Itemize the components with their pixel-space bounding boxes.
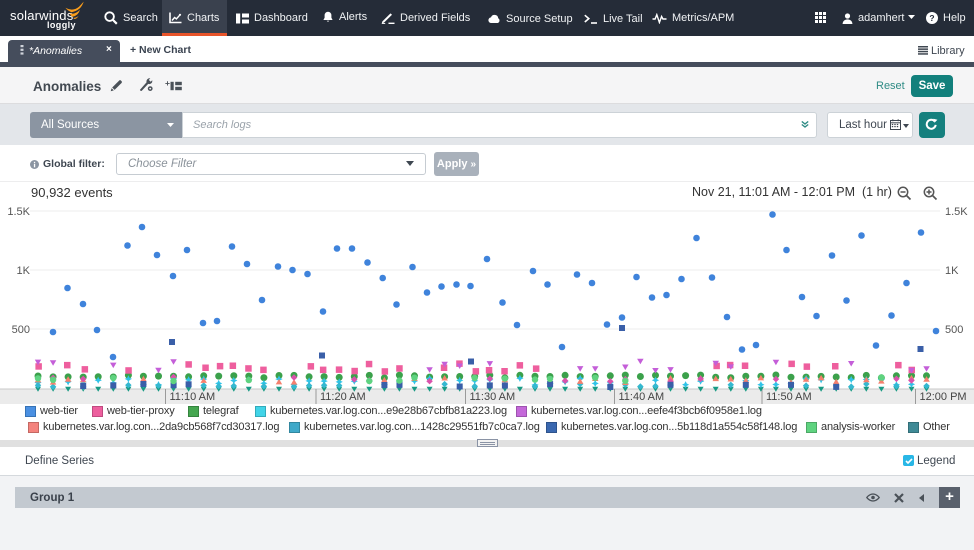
svg-text:11:50 AM: 11:50 AM [766,391,812,403]
svg-text:11:20 AM: 11:20 AM [320,391,366,403]
svg-text:1.5K: 1.5K [7,206,30,218]
svg-text:500: 500 [12,324,30,336]
svg-text:+: + [165,80,170,88]
svg-text:11:40 AM: 11:40 AM [619,391,665,403]
svg-text:12:00 PM: 12:00 PM [920,391,967,403]
svg-text:11:30 AM: 11:30 AM [470,391,516,403]
svg-text:11:10 AM: 11:10 AM [170,391,216,403]
svg-text:1K: 1K [945,265,959,277]
svg-text:1.5K: 1.5K [945,206,968,218]
svg-text:?: ? [929,13,934,23]
svg-text:500: 500 [945,324,963,336]
svg-text:1K: 1K [17,265,31,277]
